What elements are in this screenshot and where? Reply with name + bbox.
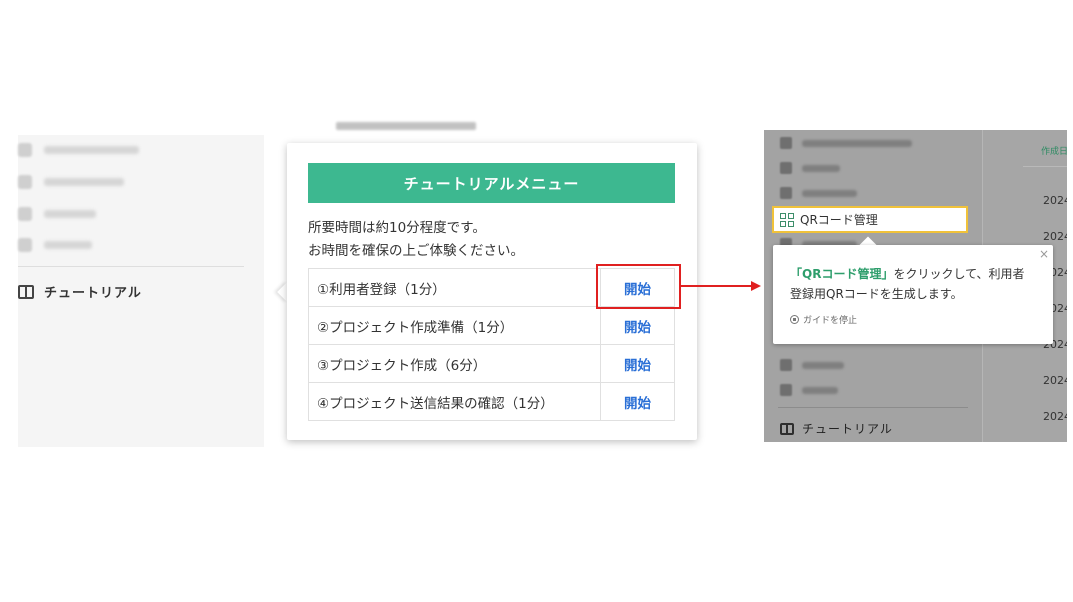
date-cell: 2024 xyxy=(1043,410,1067,423)
date-cell: 2024 xyxy=(1043,194,1067,207)
row-divider xyxy=(1023,166,1067,167)
book-icon xyxy=(780,422,794,435)
sidebar-item-label: QRコード管理 xyxy=(800,213,878,227)
sidebar-item-tutorial[interactable]: チュートリアル xyxy=(18,282,142,301)
background-text-blurred xyxy=(336,122,476,130)
sidebar-item-blurred[interactable] xyxy=(780,359,844,371)
arrow-head-icon xyxy=(751,281,761,291)
step-label: ①利用者登録（1分） xyxy=(308,268,601,307)
sidebar-divider xyxy=(778,407,968,408)
table-row: ②プロジェクト作成準備（1分） 開始 xyxy=(308,306,675,345)
sidebar-item-blurred[interactable] xyxy=(780,162,840,174)
start-button[interactable]: 開始 xyxy=(600,382,675,421)
sidebar-item-blurred[interactable] xyxy=(780,137,912,149)
qr-code-icon xyxy=(780,212,794,227)
stop-guide-label: ガイドを停止 xyxy=(803,316,858,326)
table-row: ④プロジェクト送信結果の確認（1分） 開始 xyxy=(308,382,675,421)
menu-icon xyxy=(780,162,792,174)
date-cell: 2024 xyxy=(1043,374,1067,387)
menu-icon xyxy=(18,175,32,189)
sidebar-item-tutorial[interactable]: チュートリアル xyxy=(780,420,893,437)
card-description-line1: 所要時間は約10分程度です。 xyxy=(308,220,486,236)
start-button[interactable]: 開始 xyxy=(600,344,675,383)
sidebar-item-blurred[interactable] xyxy=(18,172,124,192)
menu-icon xyxy=(18,238,32,252)
step-label: ③プロジェクト作成（6分） xyxy=(308,344,601,383)
sidebar-item-blurred[interactable] xyxy=(18,204,96,224)
stop-icon xyxy=(790,315,799,324)
left-sidebar: チュートリアル xyxy=(18,135,264,447)
menu-icon xyxy=(18,143,32,157)
tooltip-text-part: をクリックして、利用者 xyxy=(893,267,1025,281)
menu-icon xyxy=(18,207,32,221)
highlight-box xyxy=(596,264,681,309)
sidebar-item-blurred[interactable] xyxy=(18,140,139,160)
tooltip-highlight: 「QRコード管理」 xyxy=(790,267,894,281)
menu-icon xyxy=(780,137,792,149)
step-label: ②プロジェクト作成準備（1分） xyxy=(308,306,601,345)
step-label: ④プロジェクト送信結果の確認（1分） xyxy=(308,382,601,421)
date-cell: 2024 xyxy=(1043,230,1067,243)
sidebar-divider xyxy=(18,266,244,267)
sidebar-item-blurred[interactable] xyxy=(18,235,92,255)
arrow-line xyxy=(681,285,753,287)
card-title: チュートリアルメニュー xyxy=(308,163,675,203)
guide-tooltip: × 「QRコード管理」をクリックして、利用者 登録用QRコードを生成します。 ガ… xyxy=(773,245,1053,344)
tooltip-text: 「QRコード管理」をクリックして、利用者 登録用QRコードを生成します。 xyxy=(790,264,1045,304)
column-header: 作成日 xyxy=(1041,147,1067,157)
sidebar-item-label: チュートリアル xyxy=(802,422,893,436)
close-icon[interactable]: × xyxy=(1039,247,1049,261)
tooltip-text-line2: 登録用QRコードを生成します。 xyxy=(790,287,963,301)
card-description-line2: お時間を確保の上ご体験ください。 xyxy=(308,243,524,259)
start-button[interactable]: 開始 xyxy=(600,306,675,345)
menu-icon xyxy=(780,187,792,199)
menu-icon xyxy=(780,384,792,396)
stop-guide-button[interactable]: ガイドを停止 xyxy=(790,313,857,326)
menu-icon xyxy=(780,359,792,371)
sidebar-item-blurred[interactable] xyxy=(780,384,838,396)
sidebar-item-label: チュートリアル xyxy=(44,286,142,301)
sidebar-item-blurred[interactable] xyxy=(780,187,857,199)
table-row: ③プロジェクト作成（6分） 開始 xyxy=(308,344,675,383)
book-icon xyxy=(18,284,34,299)
sidebar-item-qr-management[interactable]: QRコード管理 xyxy=(772,206,968,233)
